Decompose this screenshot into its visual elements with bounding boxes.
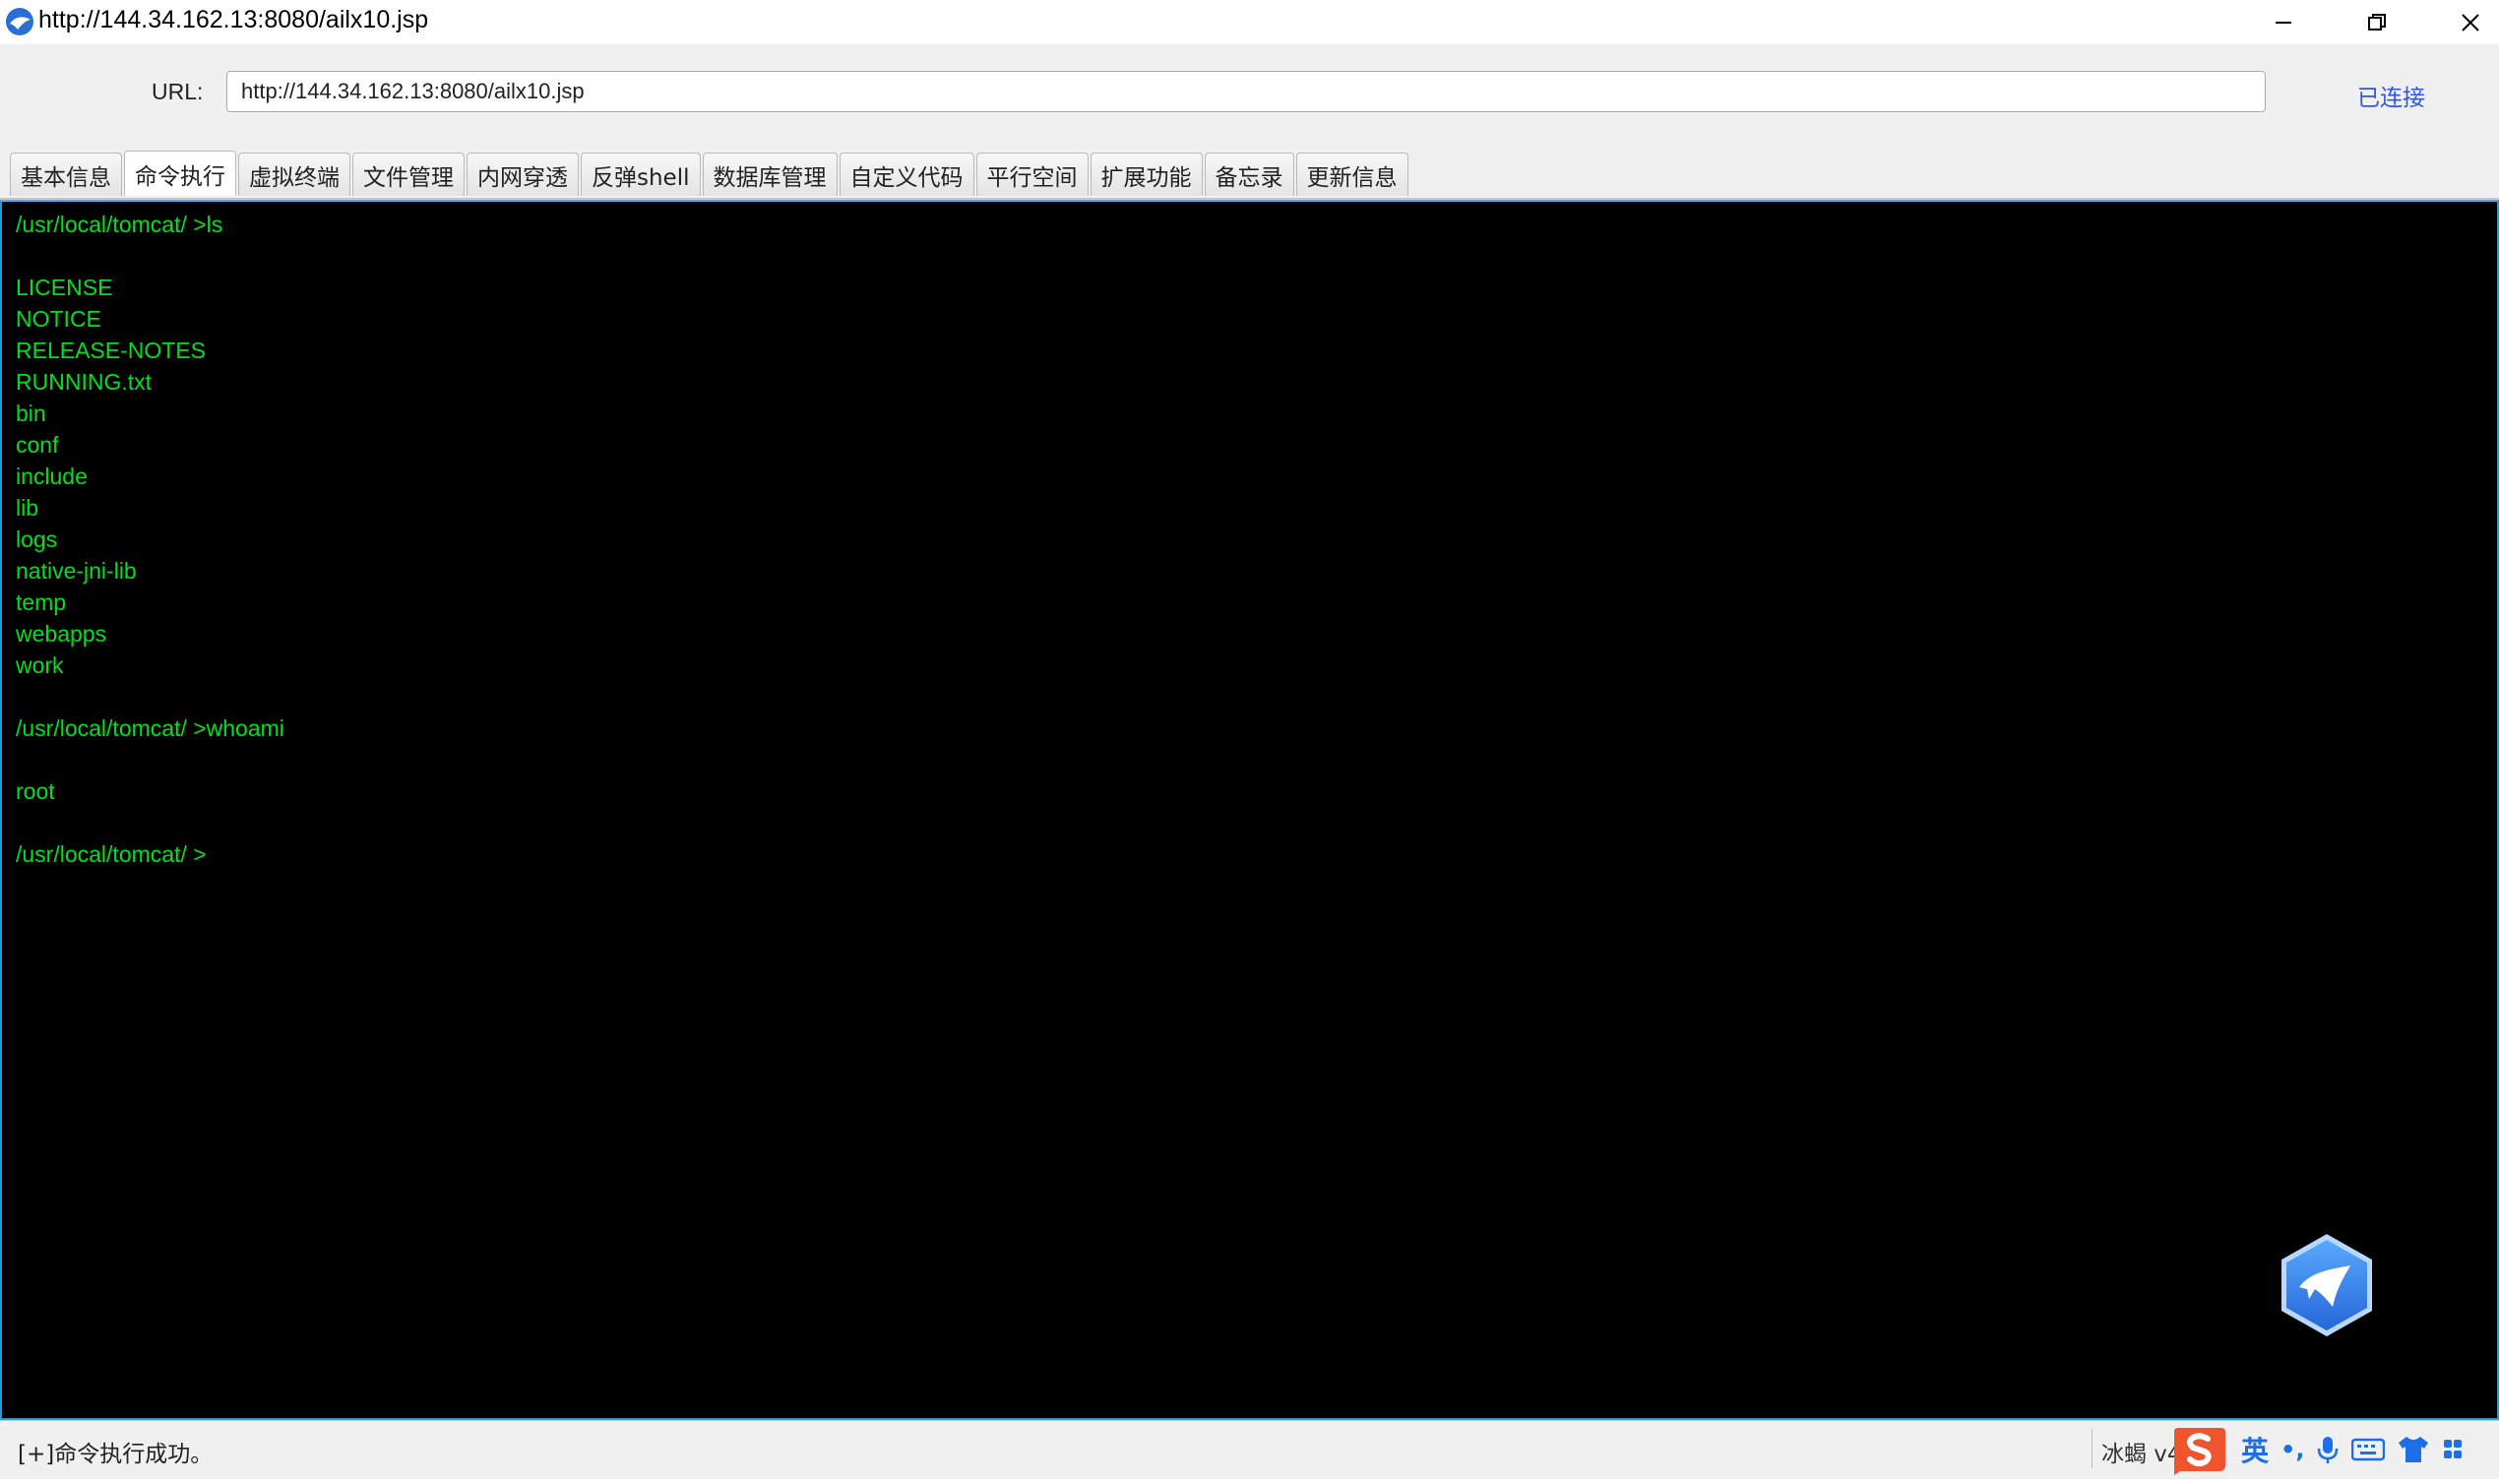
tab-virtual-terminal[interactable]: 虚拟终端 [238, 153, 350, 196]
title-bar: http://144.34.162.13:8080/ailx10.jsp [0, 0, 2499, 44]
ime-language-toggle[interactable]: 英 [2241, 1430, 2269, 1469]
tab-intranet-tunnel[interactable]: 内网穿透 [467, 153, 579, 196]
terminal-line: lib [16, 495, 39, 521]
tab-command-exec[interactable]: 命令执行 [124, 151, 236, 196]
terminal-prompt[interactable]: /usr/local/tomcat/ > [16, 841, 207, 868]
tab-update-info[interactable]: 更新信息 [1295, 153, 1408, 196]
terminal-line: temp [16, 589, 67, 615]
connection-status: 已连接 [2357, 86, 2425, 111]
command-terminal[interactable]: /usr/local/tomcat/ >ls LICENSE NOTICE RE… [0, 200, 2499, 1420]
terminal-line: include [16, 464, 88, 489]
terminal-line: NOTICE [16, 306, 101, 332]
restore-button[interactable] [2333, 0, 2421, 44]
terminal-line: webapps [16, 621, 107, 647]
tab-file-manager[interactable]: 文件管理 [352, 153, 465, 196]
terminal-line: RELEASE-NOTES [16, 338, 206, 363]
status-message: [+]命令执行成功。 [18, 1442, 214, 1467]
terminal-line: /usr/local/tomcat/ >whoami [16, 715, 284, 741]
tab-memo[interactable]: 备忘录 [1204, 153, 1294, 196]
url-label: URL: [152, 79, 204, 104]
floating-bird-logo-icon[interactable] [2276, 1230, 2378, 1340]
terminal-line: logs [16, 526, 58, 552]
tab-extensions[interactable]: 扩展功能 [1090, 153, 1203, 196]
terminal-line: work [16, 652, 64, 678]
terminal-line: bin [16, 401, 46, 426]
tab-bar: 基本信息 命令执行 虚拟终端 文件管理 内网穿透 反弹shell 数据库管理 自… [10, 151, 1410, 198]
url-input[interactable]: http://144.34.162.13:8080/ailx10.jsp [226, 71, 2266, 112]
keyboard-icon[interactable] [2351, 1437, 2386, 1462]
tab-reverse-shell[interactable]: 反弹shell [581, 153, 701, 196]
terminal-line: conf [16, 432, 59, 458]
sogou-logo-icon[interactable] [2170, 1422, 2229, 1477]
status-divider [2092, 1429, 2093, 1468]
tab-custom-code[interactable]: 自定义代码 [839, 153, 974, 196]
ime-punctuation-toggle[interactable]: •, [2280, 1436, 2304, 1463]
window-title: http://144.34.162.13:8080/ailx10.jsp [38, 6, 429, 33]
minimize-button[interactable] [2239, 0, 2328, 44]
behinder-app-icon [4, 6, 35, 37]
ime-toolbar: 英 •, [2170, 1420, 2473, 1479]
terminal-line: LICENSE [16, 275, 113, 300]
tab-parallel-space[interactable]: 平行空间 [975, 153, 1089, 196]
terminal-line: /usr/local/tomcat/ >ls [16, 212, 223, 237]
skin-shirt-icon[interactable] [2397, 1435, 2430, 1464]
terminal-line: root [16, 778, 55, 804]
terminal-line: RUNNING.txt [16, 369, 152, 395]
close-button[interactable] [2426, 0, 2499, 44]
toolbox-grid-icon[interactable] [2442, 1436, 2463, 1463]
tab-database-manager[interactable]: 数据库管理 [702, 153, 838, 196]
terminal-line: native-jni-lib [16, 558, 137, 584]
bottom-edge [0, 1479, 2499, 1484]
microphone-icon[interactable] [2316, 1434, 2340, 1465]
tab-basic-info[interactable]: 基本信息 [10, 153, 122, 196]
